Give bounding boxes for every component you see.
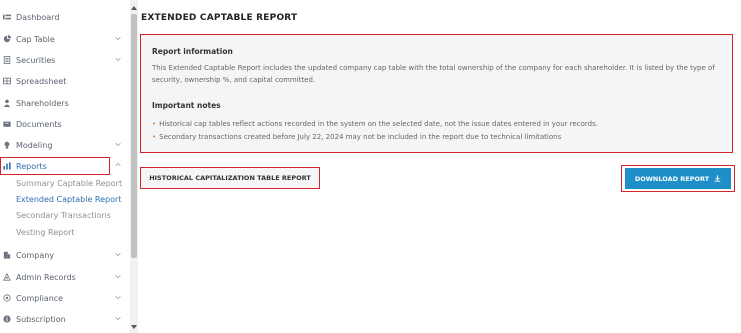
sidebar-item-label: Spreadsheet — [16, 76, 67, 86]
sidebar-subitem-secondary-transactions[interactable]: Secondary Transactions — [16, 211, 111, 220]
sidebar-item-label: Securities — [16, 55, 56, 65]
sidebar-item-label: Reports — [16, 161, 47, 171]
download-report-button[interactable]: DOWNLOAD REPORT — [625, 168, 731, 189]
document-icon — [2, 56, 11, 65]
sidebar-item-label: Company — [16, 250, 55, 260]
sidebar-item-dashboard[interactable]: Dashboard — [0, 8, 126, 26]
shield-icon — [2, 294, 11, 303]
sidebar-subitem-summary-captable-report[interactable]: Summary Captable Report — [16, 179, 122, 188]
sidebar-item-label: Modeling — [16, 140, 53, 150]
sidebar-scrollbar[interactable] — [130, 0, 138, 333]
download-icon — [714, 175, 721, 182]
sidebar-item-compliance[interactable]: Compliance — [0, 289, 126, 307]
report-info-panel: Report information This Extended Captabl… — [140, 34, 733, 153]
report-information-heading: Report information — [152, 47, 233, 56]
sidebar-item-label: Dashboard — [16, 12, 60, 22]
note-item: • Secondary transactions created before J… — [152, 133, 562, 141]
sidebar-item-modeling[interactable]: Modeling — [0, 136, 126, 154]
chevron-down-icon — [115, 252, 121, 257]
page-title: EXTENDED CAPTABLE REPORT — [141, 13, 298, 23]
dashboard-icon — [2, 13, 11, 22]
building-icon — [2, 251, 11, 260]
sidebar: Dashboard Cap Table Securities Spreadshe… — [0, 0, 130, 333]
chevron-up-icon — [115, 162, 121, 167]
folder-icon — [2, 120, 11, 129]
info-icon — [2, 315, 11, 324]
scroll-up-arrow-icon[interactable] — [131, 6, 137, 10]
historical-cap-table-report-button[interactable]: HISTORICAL CAPITALIZATION TABLE REPORT — [140, 167, 320, 189]
scroll-down-arrow-icon[interactable] — [131, 325, 137, 329]
chevron-down-icon — [115, 36, 121, 41]
sidebar-item-subscription[interactable]: Subscription — [0, 310, 126, 328]
chevron-down-icon — [115, 316, 121, 321]
bullet-icon: • — [152, 120, 157, 128]
chevron-down-icon — [115, 274, 121, 279]
pie-chart-icon — [2, 35, 11, 44]
sidebar-item-label: Documents — [16, 119, 62, 129]
sidebar-item-label: Shareholders — [16, 98, 69, 108]
user-icon — [2, 99, 11, 108]
sidebar-item-admin-records[interactable]: Admin Records — [0, 268, 126, 286]
sidebar-item-spreadsheet[interactable]: Spreadsheet — [0, 72, 126, 90]
sidebar-subitem-extended-captable-report[interactable]: Extended Captable Report — [16, 195, 121, 204]
records-icon — [2, 273, 11, 282]
bullet-icon: • — [152, 133, 157, 141]
chevron-down-icon — [115, 295, 121, 300]
sidebar-item-label: Cap Table — [16, 34, 55, 44]
sidebar-item-reports[interactable]: Reports — [0, 157, 126, 175]
sidebar-item-shareholders[interactable]: Shareholders — [0, 94, 126, 112]
lightbulb-icon — [2, 141, 11, 150]
download-button-label: DOWNLOAD REPORT — [634, 174, 710, 183]
sidebar-item-label: Admin Records — [16, 272, 76, 282]
chevron-down-icon — [115, 142, 121, 147]
important-notes-heading: Important notes — [152, 101, 221, 110]
sidebar-item-securities[interactable]: Securities — [0, 51, 126, 69]
sidebar-item-documents[interactable]: Documents — [0, 115, 126, 133]
scrollbar-thumb[interactable] — [131, 14, 137, 258]
note-item: • Historical cap tables reflect actions r… — [152, 120, 598, 128]
sidebar-item-label: Subscription — [16, 314, 66, 324]
sidebar-item-label: Compliance — [16, 293, 64, 303]
chevron-down-icon — [115, 57, 121, 62]
sidebar-item-cap-table[interactable]: Cap Table — [0, 30, 126, 48]
spreadsheet-icon — [2, 77, 11, 86]
sidebar-subitem-vesting-report[interactable]: Vesting Report — [16, 228, 75, 237]
report-information-text: This Extended Captable Report includes t… — [152, 64, 715, 84]
sidebar-item-company[interactable]: Company — [0, 246, 126, 264]
bar-chart-icon — [2, 162, 11, 171]
